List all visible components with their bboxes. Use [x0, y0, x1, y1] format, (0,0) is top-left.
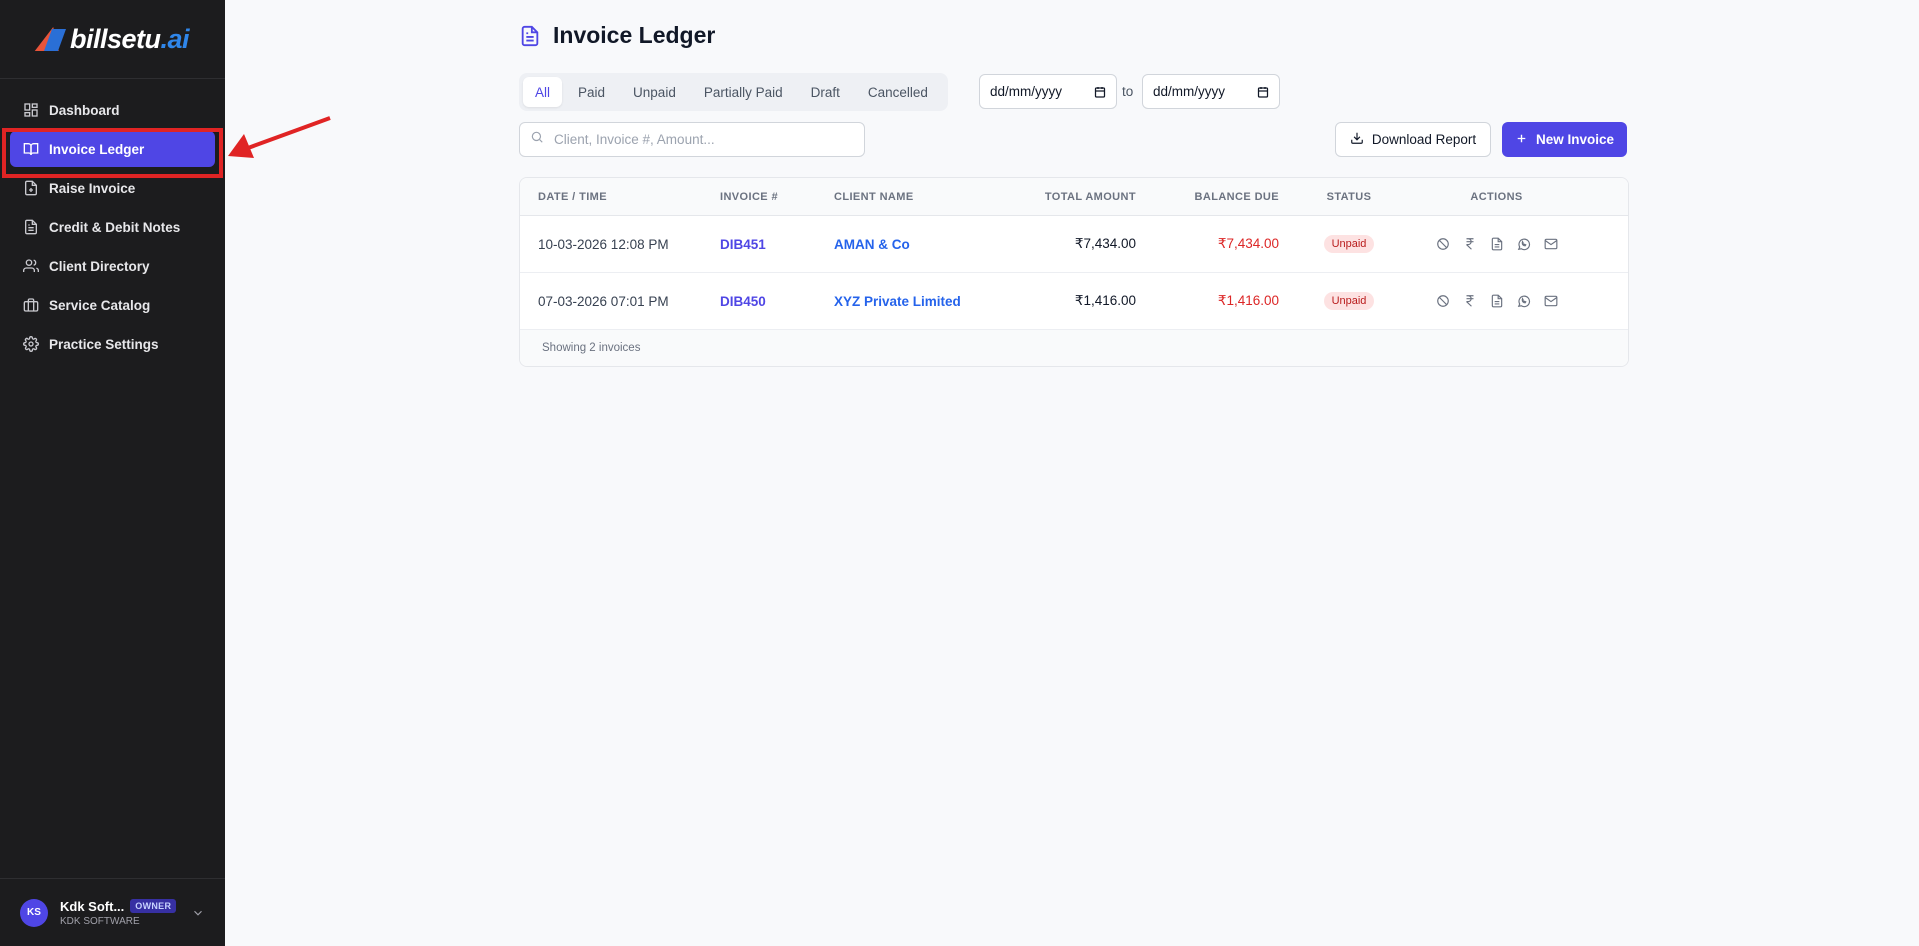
role-badge: OWNER	[130, 899, 177, 913]
tab-partially-paid[interactable]: Partially Paid	[692, 77, 795, 107]
date-from-input[interactable]: dd/mm/yyyy	[979, 74, 1117, 109]
client-link[interactable]: XYZ Private Limited	[834, 294, 1014, 309]
tab-unpaid[interactable]: Unpaid	[621, 77, 688, 107]
brand-name: billsetu.ai	[69, 23, 190, 54]
file-text-icon	[519, 23, 541, 49]
calendar-icon[interactable]	[1257, 86, 1269, 98]
table-footer: Showing 2 invoices	[520, 330, 1628, 366]
cell-balance: ₹1,416.00	[1217, 293, 1279, 308]
rupee-icon[interactable]	[1462, 237, 1477, 252]
status-badge: Unpaid	[1323, 292, 1375, 310]
row-actions	[1399, 294, 1594, 309]
cell-total: ₹7,434.00	[1074, 236, 1136, 251]
cancel-icon[interactable]	[1435, 237, 1450, 252]
cell-balance: ₹7,434.00	[1217, 236, 1279, 251]
column-header-status[interactable]: STATUS	[1279, 191, 1399, 203]
calendar-icon[interactable]	[1094, 86, 1106, 98]
status-filter-tabs: All Paid Unpaid Partially Paid Draft Can…	[519, 73, 948, 111]
sidebar-item-label: Credit & Debit Notes	[49, 219, 181, 235]
tab-cancelled[interactable]: Cancelled	[856, 77, 940, 107]
download-report-button[interactable]: Download Report	[1335, 122, 1491, 157]
whatsapp-icon[interactable]	[1516, 294, 1531, 309]
column-header-actions: ACTIONS	[1470, 190, 1523, 203]
cell-date: 07-03-2026 07:01 PM	[538, 293, 669, 309]
users-icon	[22, 258, 39, 275]
mail-icon[interactable]	[1543, 237, 1558, 252]
document-icon[interactable]	[1489, 294, 1504, 309]
date-to-value: dd/mm/yyyy	[1153, 84, 1226, 99]
sidebar-item-credit-debit-notes[interactable]: Credit & Debit Notes	[10, 209, 215, 245]
download-report-label: Download Report	[1371, 132, 1477, 147]
tab-paid[interactable]: Paid	[566, 77, 617, 107]
sidebar-item-service-catalog[interactable]: Service Catalog	[10, 287, 215, 323]
file-text-icon	[22, 219, 39, 236]
table-row[interactable]: 10-03-2026 12:08 PM DIB451 AMAN & Co ₹7,…	[520, 216, 1628, 273]
column-header-invoice[interactable]: INVOICE #	[720, 191, 834, 203]
sidebar-item-practice-settings[interactable]: Practice Settings	[10, 326, 215, 362]
new-invoice-button[interactable]: New Invoice	[1502, 122, 1627, 157]
user-org: KDK SOFTWARE	[60, 915, 140, 927]
invoice-table: DATE / TIME INVOICE # CLIENT NAME TOTAL …	[519, 177, 1629, 367]
grid-icon	[22, 102, 39, 119]
whatsapp-icon[interactable]	[1516, 237, 1531, 252]
table-row[interactable]: 07-03-2026 07:01 PM DIB450 XYZ Private L…	[520, 273, 1628, 330]
column-header-total[interactable]: TOTAL AMOUNT	[1014, 191, 1136, 203]
date-range-to-label: to	[1122, 84, 1134, 99]
row-actions	[1399, 237, 1594, 252]
briefcase-icon	[22, 297, 39, 314]
plus-icon	[1515, 132, 1536, 148]
sidebar-item-dashboard[interactable]: Dashboard	[10, 92, 215, 128]
date-from-value: dd/mm/yyyy	[990, 84, 1063, 99]
user-profile[interactable]: KS Kdk Soft... OWNER KDK SOFTWARE	[0, 878, 225, 946]
sidebar-item-label: Service Catalog	[49, 297, 151, 313]
cell-total: ₹1,416.00	[1074, 293, 1136, 308]
new-invoice-label: New Invoice	[1535, 132, 1615, 147]
brand-logo[interactable]: billsetu.ai	[0, 0, 225, 79]
avatar: KS	[20, 898, 48, 927]
mail-icon[interactable]	[1543, 294, 1558, 309]
status-badge: Unpaid	[1323, 235, 1375, 253]
sidebar-item-label: Practice Settings	[49, 336, 159, 352]
file-plus-icon	[22, 180, 39, 197]
search-input[interactable]	[554, 132, 834, 147]
sidebar-nav: Dashboard Invoice Ledger Raise Invoice C…	[0, 79, 225, 362]
invoice-link[interactable]: DIB451	[720, 237, 834, 252]
document-icon[interactable]	[1489, 237, 1504, 252]
sidebar-item-client-directory[interactable]: Client Directory	[10, 248, 215, 284]
status-cell: Unpaid	[1279, 235, 1399, 253]
client-link[interactable]: AMAN & Co	[834, 237, 1014, 252]
search-icon	[530, 130, 554, 149]
status-cell: Unpaid	[1279, 292, 1399, 310]
column-header-client[interactable]: CLIENT NAME	[834, 191, 1014, 203]
rupee-icon[interactable]	[1462, 294, 1477, 309]
table-header: DATE / TIME INVOICE # CLIENT NAME TOTAL …	[520, 178, 1628, 216]
page-title: Invoice Ledger	[553, 22, 716, 48]
annotation-arrow-icon	[228, 116, 331, 158]
sidebar-item-label: Raise Invoice	[49, 180, 136, 196]
sidebar-item-label: Dashboard	[49, 102, 120, 118]
sidebar-item-label: Client Directory	[49, 258, 150, 274]
page-header: Invoice Ledger	[519, 22, 715, 49]
user-info: Kdk Soft... OWNER KDK SOFTWARE	[60, 899, 191, 927]
tab-draft[interactable]: Draft	[799, 77, 852, 107]
chevron-down-icon[interactable]	[191, 906, 205, 920]
search-box	[519, 122, 865, 157]
invoice-link[interactable]: DIB450	[720, 294, 834, 309]
annotation-highlight-box	[2, 128, 223, 178]
gear-icon	[22, 336, 39, 353]
user-name: Kdk Soft...	[60, 898, 125, 914]
logo-icon	[34, 25, 66, 53]
date-to-input[interactable]: dd/mm/yyyy	[1142, 74, 1280, 109]
cell-date: 10-03-2026 12:08 PM	[538, 236, 669, 252]
column-header-balance[interactable]: BALANCE DUE	[1136, 191, 1279, 203]
download-icon	[1350, 131, 1372, 148]
tab-all[interactable]: All	[523, 77, 563, 107]
cancel-icon[interactable]	[1435, 294, 1450, 309]
column-header-date[interactable]: DATE / TIME	[520, 191, 720, 203]
